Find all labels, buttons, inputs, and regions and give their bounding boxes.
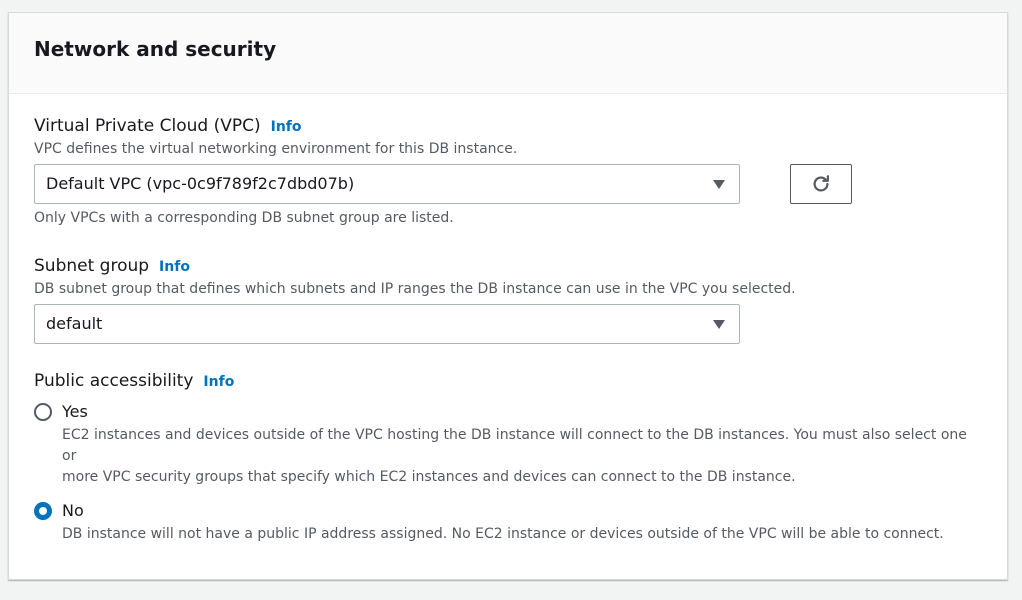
public-access-field: Public accessibility Info Yes EC2 instan… xyxy=(34,371,982,545)
subnet-description: DB subnet group that defines which subne… xyxy=(34,281,796,297)
radio-no-description-line1: DB instance will not have a public IP ad… xyxy=(62,526,944,542)
radio-yes-description-line1: EC2 instances and devices outside of the… xyxy=(62,427,967,464)
radio-option-yes[interactable]: Yes EC2 instances and devices outside of… xyxy=(34,402,982,488)
panel-header: Network and security xyxy=(9,13,1007,94)
radio-yes[interactable] xyxy=(34,402,52,421)
caret-down-icon xyxy=(713,320,725,329)
subnet-selected-value: default xyxy=(46,314,103,333)
radio-no-label[interactable]: No xyxy=(62,501,84,520)
vpc-hint: Only VPCs with a corresponding DB subnet… xyxy=(34,210,454,226)
subnet-info-link[interactable]: Info xyxy=(159,259,190,275)
radio-option-no[interactable]: No DB instance will not have a public IP… xyxy=(34,501,982,545)
refresh-icon xyxy=(813,175,829,192)
vpc-label: Virtual Private Cloud (VPC) xyxy=(34,116,261,136)
section-title: Network and security xyxy=(34,37,277,61)
subnet-label: Subnet group xyxy=(34,256,150,276)
panel-body: Virtual Private Cloud (VPC) Info VPC def… xyxy=(9,94,1007,545)
vpc-info-link[interactable]: Info xyxy=(271,119,302,135)
caret-down-icon xyxy=(713,180,725,189)
refresh-vpc-button[interactable] xyxy=(790,164,852,204)
vpc-select[interactable]: Default VPC (vpc-0c9f789f2c7dbd07b) xyxy=(34,164,740,204)
vpc-field: Virtual Private Cloud (VPC) Info VPC def… xyxy=(34,116,982,226)
vpc-selected-value: Default VPC (vpc-0c9f789f2c7dbd07b) xyxy=(46,174,355,193)
subnet-select[interactable]: default xyxy=(34,304,740,344)
subnet-field: Subnet group Info DB subnet group that d… xyxy=(34,256,982,344)
radio-yes-description: EC2 instances and devices outside of the… xyxy=(62,425,982,488)
radio-yes-label[interactable]: Yes xyxy=(62,402,88,421)
radio-no[interactable] xyxy=(34,501,52,520)
public-access-info-link[interactable]: Info xyxy=(203,374,234,390)
public-access-label: Public accessibility xyxy=(34,371,194,391)
network-security-panel: Network and security Virtual Private Clo… xyxy=(8,12,1008,580)
vpc-description: VPC defines the virtual networking envir… xyxy=(34,141,518,157)
radio-no-description: DB instance will not have a public IP ad… xyxy=(62,524,982,545)
radio-yes-description-line2: more VPC security groups that specify wh… xyxy=(62,469,796,485)
